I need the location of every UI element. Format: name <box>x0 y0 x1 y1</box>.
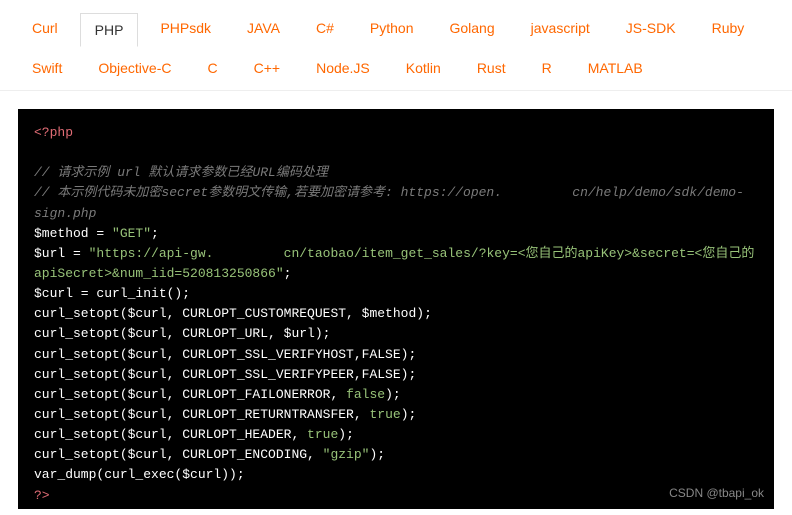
comment-line: // 本示例代码未加密secret参数明文传输,若要加密请参考: https:/… <box>34 183 758 223</box>
tab-phpsdk[interactable]: PHPsdk <box>146 12 225 46</box>
code-line: $url = "https://api-gw.xxxxxxxxxcn/taoba… <box>34 244 758 284</box>
code-line: curl_setopt($curl, CURLOPT_URL, $url); <box>34 324 758 344</box>
tab-javascript[interactable]: javascript <box>517 12 604 46</box>
tab-rust[interactable]: Rust <box>463 52 520 84</box>
tab-php[interactable]: PHP <box>80 13 139 47</box>
tab-ruby[interactable]: Ruby <box>698 12 759 46</box>
php-close-tag: ?> <box>34 488 50 503</box>
language-tabs: Curl PHP PHPsdk JAVA C# Python Golang ja… <box>0 0 792 91</box>
comment-line: // 请求示例 url 默认请求参数已经URL编码处理 <box>34 163 758 183</box>
code-line: curl_setopt($curl, CURLOPT_ENCODING, "gz… <box>34 445 758 465</box>
tab-matlab[interactable]: MATLAB <box>574 52 657 84</box>
tab-python[interactable]: Python <box>356 12 428 46</box>
tab-jssdk[interactable]: JS-SDK <box>612 12 690 46</box>
code-line: curl_setopt($curl, CURLOPT_SSL_VERIFYPEE… <box>34 365 758 385</box>
tab-golang[interactable]: Golang <box>435 12 508 46</box>
tab-curl[interactable]: Curl <box>18 12 72 46</box>
code-line: curl_setopt($curl, CURLOPT_SSL_VERIFYHOS… <box>34 345 758 365</box>
tab-cpp[interactable]: C++ <box>240 52 294 84</box>
tab-kotlin[interactable]: Kotlin <box>392 52 455 84</box>
code-block: <?php // 请求示例 url 默认请求参数已经URL编码处理 // 本示例… <box>18 109 774 509</box>
code-line: curl_setopt($curl, CURLOPT_RETURNTRANSFE… <box>34 405 758 425</box>
code-line: $curl = curl_init(); <box>34 284 758 304</box>
code-line: curl_setopt($curl, CURLOPT_CUSTOMREQUEST… <box>34 304 758 324</box>
watermark: CSDN @tbapi_ok <box>669 484 764 503</box>
tab-csharp[interactable]: C# <box>302 12 348 46</box>
tab-nodejs[interactable]: Node.JS <box>302 52 384 84</box>
code-line: curl_setopt($curl, CURLOPT_FAILONERROR, … <box>34 385 758 405</box>
code-line: curl_setopt($curl, CURLOPT_HEADER, true)… <box>34 425 758 445</box>
tab-c[interactable]: C <box>193 52 231 84</box>
php-open-tag: <?php <box>34 125 73 140</box>
tab-r[interactable]: R <box>528 52 566 84</box>
tab-swift[interactable]: Swift <box>18 52 76 84</box>
tab-java[interactable]: JAVA <box>233 12 294 46</box>
code-line: $method = "GET"; <box>34 224 758 244</box>
tab-objc[interactable]: Objective-C <box>84 52 185 84</box>
code-line: var_dump(curl_exec($curl)); <box>34 465 758 485</box>
